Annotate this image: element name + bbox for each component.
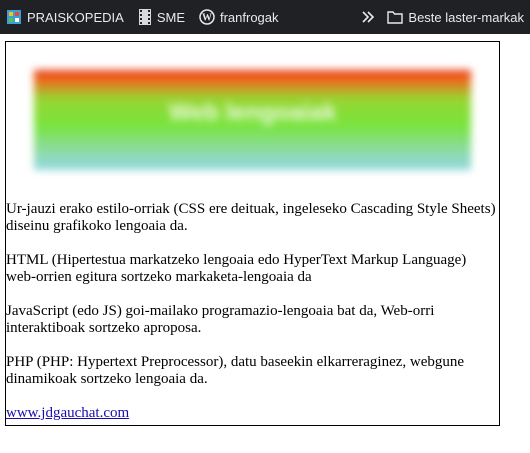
page-body: Ur-jauzi erako estilo-orriak (CSS ere de… — [6, 201, 496, 422]
bookmark-label: PRAISKOPEDIA — [27, 9, 124, 25]
jdgauchat-link[interactable]: www.jdgauchat.com — [6, 405, 129, 421]
bookmark-label: franfrogak — [219, 9, 279, 25]
double-chevron-icon — [361, 11, 375, 23]
banner-image: Web lengoaiak — [34, 70, 471, 170]
folder-icon — [387, 10, 404, 24]
paragraph-javascript: JavaScript (edo JS) goi-mailako programa… — [6, 303, 435, 336]
bookmark-folder-other[interactable]: Beste laster-markak — [387, 10, 524, 25]
bookmark-sme[interactable]: SME — [138, 9, 185, 25]
bookmark-praiskopedia[interactable]: PRAISKOPEDIA — [6, 9, 124, 25]
film-strip-icon — [138, 9, 152, 25]
bookmark-folder-label: Beste laster-markak — [408, 9, 524, 25]
bookmark-label: SME — [156, 9, 185, 25]
web-page-frame: Web lengoaiak Ur-jauzi erako estilo-orri… — [5, 41, 500, 426]
praiskopedia-icon — [6, 9, 22, 25]
paragraph-html: HTML (Hipertestua markatzeko lengoaia ed… — [6, 252, 467, 285]
banner-text: Web lengoaiak — [168, 99, 337, 126]
bookmarks-overflow-button[interactable] — [361, 11, 375, 23]
wordpress-icon: W — [199, 9, 215, 25]
bookmark-franfrogak[interactable]: W franfrogak — [199, 9, 279, 25]
svg-text:W: W — [202, 13, 212, 24]
paragraph-css: Ur-jauzi erako estilo-orriak (CSS ere de… — [6, 201, 496, 234]
bookmarks-bar: PRAISKOPEDIA SME W franfrogak Beste last… — [0, 0, 530, 34]
paragraph-php: PHP (PHP: Hypertext Preprocessor), datu … — [6, 354, 465, 387]
